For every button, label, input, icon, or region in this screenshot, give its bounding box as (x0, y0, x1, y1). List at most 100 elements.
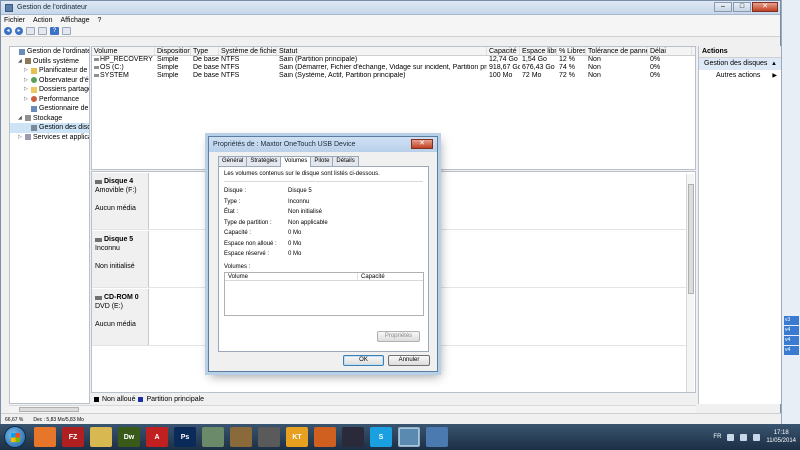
expand-arrow-icon[interactable]: ▷ (24, 66, 29, 76)
dialog-close-button[interactable]: ✕ (411, 139, 433, 149)
tree-item[interactable]: ▷ Dossiers partagés (10, 85, 89, 95)
column-volume[interactable]: Volume (225, 272, 358, 280)
cell-text: Simple (157, 64, 179, 71)
menu-view[interactable]: Affichage (60, 17, 89, 24)
network-icon[interactable] (740, 433, 748, 441)
firefox-icon[interactable] (34, 427, 56, 447)
dreamweaver-icon[interactable]: Dw (118, 427, 140, 447)
properties-button[interactable]: Propriétés (377, 331, 420, 342)
event-viewer-icon (31, 77, 37, 84)
collapse-icon[interactable]: ▲ (771, 58, 777, 70)
minimize-button[interactable]: – (714, 2, 732, 12)
console-tree-icon[interactable] (38, 27, 47, 35)
scroll-thumb[interactable] (19, 407, 79, 412)
menu-file[interactable]: Fichier (4, 17, 25, 24)
column-header[interactable]: Capacité (487, 47, 520, 55)
cancel-button[interactable]: Annuler (388, 355, 430, 366)
background-cell: v3 (784, 316, 799, 325)
table-row[interactable]: HP_RECOVERY (D:)Simple De baseNTFS Sain (P… (92, 56, 695, 64)
column-header[interactable]: Système de fichiers (219, 47, 277, 55)
up-level-icon[interactable] (26, 27, 35, 35)
title-bar[interactable]: Gestion de l'ordinateur (1, 1, 780, 15)
dialog-title-bar[interactable]: Propriétés de : Maxtor OneTouch USB Devi… (209, 137, 437, 152)
expand-arrow-icon[interactable]: ▷ (24, 95, 29, 105)
property-value: 0 Mo (288, 251, 302, 257)
start-button[interactable] (4, 426, 26, 448)
help-icon[interactable]: ? (50, 27, 59, 35)
column-capacity[interactable]: Capacité (358, 273, 385, 280)
table-row[interactable]: OS (C:) Simple De base NTFS Sain (Démarrer, … (92, 64, 695, 72)
disk-icon (95, 237, 102, 242)
expand-arrow-icon[interactable]: ▷ (18, 133, 23, 143)
column-header[interactable]: Type (191, 47, 219, 55)
tree-item[interactable]: Gestionnaire de pé (10, 104, 89, 114)
disk-label[interactable]: Disque 4 Amovible (F:) Aucun média (92, 173, 149, 229)
tree-item[interactable]: ▷ Planificateur de t (10, 66, 89, 76)
photoshop-icon[interactable]: Ps (174, 427, 196, 447)
tree-item[interactable]: Gestion des disque (10, 123, 89, 133)
properties-icon[interactable] (62, 27, 71, 35)
disk-name: Disque 4 (95, 178, 145, 185)
tab-item[interactable]: Volumes (280, 156, 312, 167)
tree-item-label: Dossiers partagés (39, 86, 90, 93)
cell-text: 1,54 Go (522, 56, 547, 63)
table-row[interactable]: SYSTEM Simple De base NTFS Sain (Système, Ac… (92, 72, 695, 80)
volume-icon[interactable] (753, 433, 761, 441)
tab-item[interactable]: Général (218, 156, 248, 166)
acrobat-icon[interactable]: A (146, 427, 168, 447)
forward-icon[interactable]: ▸ (15, 27, 23, 35)
expand-arrow-icon[interactable]: ▷ (24, 76, 29, 86)
disk-label[interactable]: Disque 5 Inconnu Non initialisé (92, 231, 149, 287)
clock-date: 11/05/2014 (766, 438, 796, 444)
action-more-actions[interactable]: Autres actions ▶ (699, 70, 781, 82)
tab-item[interactable]: Pilote (310, 156, 334, 166)
column-header[interactable]: Espace libre (520, 47, 557, 55)
scroll-thumb[interactable] (688, 184, 694, 294)
column-header[interactable]: Statut (277, 47, 487, 55)
storage-icon (25, 115, 31, 122)
media-icon[interactable] (258, 427, 280, 447)
disk-map-scrollbar[interactable] (686, 174, 694, 392)
column-header[interactable]: Disposition (155, 47, 191, 55)
menu-action[interactable]: Action (33, 17, 52, 24)
kt-icon[interactable]: KT (286, 427, 308, 447)
column-header[interactable]: % Libres (557, 47, 586, 55)
tree-item[interactable]: Gestion de l'ordinateur (l (10, 47, 89, 57)
action-disk-management[interactable]: Gestion des disques ▲ (699, 58, 781, 70)
dialog-title: Propriétés de : Maxtor OneTouch USB Devi… (213, 141, 356, 148)
tree-item[interactable]: ▷ Performance (10, 95, 89, 105)
filezilla-icon[interactable]: FZ (62, 427, 84, 447)
maximize-button[interactable]: □ (733, 2, 751, 12)
language-indicator[interactable]: FR (713, 434, 721, 440)
network-icon[interactable] (426, 427, 448, 447)
expand-arrow-icon[interactable]: ◢ (18, 114, 23, 124)
column-header[interactable]: Volume (92, 47, 155, 55)
menu-help[interactable]: ? (98, 17, 102, 24)
ok-button[interactable]: OK (343, 355, 384, 366)
tree-item[interactable]: ▷ Observateur d'évén (10, 76, 89, 86)
skype-icon[interactable]: S (370, 427, 392, 447)
column-header[interactable]: Tolérance de pannes (586, 47, 648, 55)
explorer-icon[interactable] (90, 427, 112, 447)
table-cell: Sain (Partition principale) (277, 56, 487, 64)
moon-icon[interactable] (342, 427, 364, 447)
close-button[interactable]: ✕ (752, 2, 778, 12)
clock[interactable]: 17:18 11/05/2014 (766, 429, 796, 445)
basketball-icon[interactable] (314, 427, 336, 447)
back-icon[interactable]: ◂ (4, 27, 12, 35)
flag-icon[interactable] (727, 433, 735, 441)
horizontal-scrollbar[interactable] (9, 405, 696, 413)
tab-item[interactable]: Stratégies (246, 156, 282, 166)
expand-arrow-icon[interactable]: ▷ (24, 85, 29, 95)
library-icon[interactable] (230, 427, 252, 447)
tree-item[interactable]: ▷ Services et applicatio (10, 133, 89, 143)
column-header[interactable]: Délai (648, 47, 692, 55)
computer-management-icon[interactable] (398, 427, 420, 447)
mail-icon[interactable] (202, 427, 224, 447)
tree-item[interactable]: ◢ Stockage (10, 114, 89, 124)
tree-item-label: Outils système (33, 57, 79, 65)
expand-arrow-icon[interactable]: ◢ (18, 57, 23, 67)
disk-label[interactable]: CD-ROM 0 DVD (E:) Aucun média (92, 289, 149, 345)
tree-item[interactable]: ◢ Outils système (10, 57, 89, 67)
tab-item[interactable]: Détails (332, 156, 359, 166)
